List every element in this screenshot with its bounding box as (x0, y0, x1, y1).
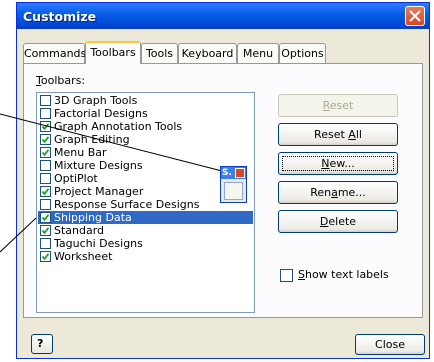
tab-label: Toolbars (90, 46, 136, 59)
list-item[interactable]: Standard (38, 224, 253, 237)
checkbox-icon[interactable] (40, 160, 51, 171)
focus-rect (282, 156, 394, 171)
list-item-label: Project Manager (54, 185, 144, 198)
floating-toolbar-title[interactable]: S. (221, 167, 246, 179)
button-label: Ren (310, 186, 332, 199)
label-text: oolbars: (40, 74, 86, 87)
tab-label: Commands (24, 47, 87, 60)
floating-toolbar[interactable]: S. (220, 166, 247, 203)
tab-label: Menu (242, 47, 274, 60)
close-icon (409, 10, 421, 22)
checked-checkbox-icon[interactable] (40, 212, 51, 223)
list-item-label: Menu Bar (54, 146, 107, 159)
close-window-button[interactable] (405, 6, 425, 26)
floating-toolbar-body (224, 182, 243, 200)
tab-keyboard[interactable]: Keyboard (178, 43, 237, 63)
button-accesskey: a (331, 186, 338, 199)
rename-button[interactable]: Rename... (278, 181, 398, 204)
floating-toolbar-name: S. (222, 168, 232, 178)
label-accesskey: S (298, 268, 305, 281)
tab-commands[interactable]: Commands (23, 43, 87, 63)
close-button[interactable]: Close (355, 334, 425, 355)
tab-label: Keyboard (181, 47, 234, 60)
checkbox-box[interactable] (280, 269, 293, 282)
button-label: me... (337, 186, 366, 199)
list-item-label: OptiPlot (54, 172, 98, 185)
delete-button[interactable]: Delete (278, 210, 398, 233)
reset-button[interactable]: Reset (278, 94, 398, 117)
button-label: elete (328, 215, 357, 228)
help-button[interactable]: ? (31, 334, 53, 354)
list-item[interactable]: Taguchi Designs (38, 237, 253, 250)
list-item-label: Shipping Data (54, 211, 132, 224)
tab-options[interactable]: Options (279, 43, 326, 63)
list-item-label: Response Surface Designs (54, 198, 200, 211)
checked-checkbox-icon[interactable] (40, 134, 51, 145)
title-bar[interactable]: Customize (17, 3, 429, 29)
list-item[interactable]: Worksheet (38, 250, 253, 263)
tab-menu[interactable]: Menu (237, 43, 279, 63)
list-item-label: Graph Annotation Tools (54, 120, 183, 133)
checkbox-icon[interactable] (40, 95, 51, 106)
tab-label: Tools (145, 47, 174, 60)
reset-all-button[interactable]: Reset All (278, 123, 398, 146)
list-item-label: Factorial Designs (54, 107, 148, 120)
list-item-label: Taguchi Designs (54, 237, 143, 250)
tab-toolbars[interactable]: Toolbars (85, 41, 141, 64)
checked-checkbox-icon[interactable] (40, 225, 51, 236)
list-item-label: Graph Editing (54, 133, 130, 146)
button-label: Close (375, 338, 405, 351)
checked-checkbox-icon[interactable] (40, 186, 51, 197)
tab-label: Options (281, 47, 324, 60)
list-item-label: Worksheet (54, 250, 113, 263)
list-item[interactable]: Factorial Designs (38, 107, 253, 120)
checkbox-icon[interactable] (40, 108, 51, 119)
checkbox-icon[interactable] (40, 173, 51, 184)
list-item-label: Standard (54, 224, 105, 237)
show-text-labels-label: Show text labels (298, 268, 389, 281)
list-item[interactable]: Graph Editing (38, 133, 253, 146)
new-button[interactable]: New... (278, 152, 398, 175)
dialog-title: Customize (23, 9, 97, 24)
checkbox-icon[interactable] (40, 238, 51, 249)
tab-tools[interactable]: Tools (141, 43, 178, 63)
list-item[interactable]: Menu Bar (38, 146, 253, 159)
list-item[interactable]: Shipping Data (38, 211, 253, 224)
button-accesskey: R (322, 99, 330, 112)
button-label: ll (355, 128, 362, 141)
checkbox-icon[interactable] (40, 199, 51, 210)
list-item[interactable]: 3D Graph Tools (38, 94, 253, 107)
button-label: Reset (314, 128, 349, 141)
help-icon: ? (37, 337, 44, 350)
label-text: how text labels (304, 268, 389, 281)
toolbars-list-label: Toolbars: (36, 74, 85, 87)
list-item-label: 3D Graph Tools (54, 94, 138, 107)
checked-checkbox-icon[interactable] (40, 251, 51, 262)
list-item[interactable]: Graph Annotation Tools (38, 120, 253, 133)
checked-checkbox-icon[interactable] (40, 147, 51, 158)
button-label: eset (329, 99, 354, 112)
button-accesskey: A (348, 128, 356, 141)
checked-checkbox-icon[interactable] (40, 121, 51, 132)
list-item-label: Mixture Designs (54, 159, 143, 172)
floating-toolbar-close-icon[interactable] (235, 168, 245, 178)
